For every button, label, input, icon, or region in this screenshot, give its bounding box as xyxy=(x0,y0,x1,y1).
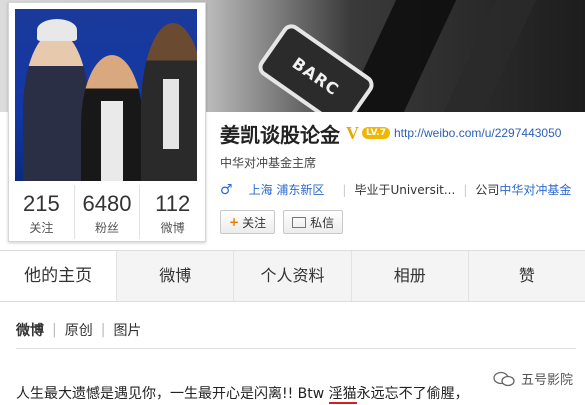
stat-value: 215 xyxy=(22,191,60,216)
message-button[interactable]: 私信 xyxy=(283,210,344,234)
post-highlight: 淫猫 xyxy=(328,386,357,404)
feed-filter: 微博 | 原创 | 图片 xyxy=(16,320,149,340)
profile-stats: 215 关注 6480 粉丝 112 微博 xyxy=(9,185,205,239)
filter-images[interactable]: 图片 xyxy=(113,320,141,340)
post-text: 人生最大遗憾是遇见你，一生最开心是闪离!! Btw 淫猫永远忘不了偷腥， xyxy=(16,383,469,404)
profile-tabs: 他的主页 微博 个人资料 相册 赞 xyxy=(0,250,585,302)
stat-value: 112 xyxy=(155,191,191,216)
level-badge[interactable]: LV.7 xyxy=(362,127,390,139)
meta-divider: | xyxy=(463,182,468,197)
message-button-label: 私信 xyxy=(310,215,335,230)
filter-original[interactable]: 原创 xyxy=(65,320,93,340)
avatar-figure xyxy=(23,31,89,181)
tab-profile[interactable]: 个人资料 xyxy=(234,251,352,301)
education-text[interactable]: 毕业于Universit... xyxy=(354,181,455,198)
location-link[interactable]: 上海 浦东新区 xyxy=(249,181,325,198)
follow-button-label: 关注 xyxy=(242,215,267,230)
follow-button[interactable]: + 关注 xyxy=(220,210,276,234)
avatar-hair xyxy=(37,19,77,41)
post-text-part: 永远忘不了偷腥， xyxy=(356,386,469,402)
avatar[interactable] xyxy=(15,9,197,181)
stat-label: 粉丝 xyxy=(95,221,120,235)
meta-divider: | xyxy=(342,182,347,197)
watermark: 五号影院 xyxy=(493,369,573,388)
watermark-label: 五号影院 xyxy=(520,373,573,388)
post-text-part: 人生最大遗憾是遇见你，一生最开心是闪离!! Btw xyxy=(16,386,329,402)
stat-label: 关注 xyxy=(29,221,54,235)
profile-name: 姜凯谈股论金 xyxy=(220,122,340,147)
stat-value: 6480 xyxy=(82,191,132,216)
envelope-icon xyxy=(292,216,307,228)
company-link[interactable]: 中华对冲基金 xyxy=(499,181,571,198)
stat-posts[interactable]: 112 微博 xyxy=(140,185,205,239)
filter-divider: | xyxy=(100,322,106,338)
male-gender-icon: ♂ xyxy=(220,181,233,198)
company-prefix: 公司 xyxy=(475,183,500,197)
filter-weibo[interactable]: 微博 xyxy=(16,320,44,340)
avatar-shirt xyxy=(101,101,123,181)
tab-likes[interactable]: 赞 xyxy=(469,251,585,301)
stat-following[interactable]: 215 关注 xyxy=(9,185,75,239)
plus-icon: + xyxy=(229,215,240,229)
profile-url-link[interactable]: http://weibo.com/u/2297443050 xyxy=(394,126,561,140)
profile-card: 215 关注 6480 粉丝 112 微博 xyxy=(8,2,206,242)
wechat-icon xyxy=(493,371,515,386)
tab-album[interactable]: 相册 xyxy=(352,251,469,301)
stat-label: 微博 xyxy=(160,221,185,235)
section-divider xyxy=(16,348,576,349)
avatar-shirt xyxy=(163,79,179,149)
tab-weibo[interactable]: 微博 xyxy=(117,251,235,301)
profile-meta: ♂ 上海 浦东新区 | 毕业于Universit... | 公司 中华对冲基金 xyxy=(220,181,585,198)
profile-description: 中华对冲基金主席 xyxy=(220,156,317,170)
stat-followers[interactable]: 6480 粉丝 xyxy=(75,185,141,239)
banner-tag: BARC xyxy=(254,20,378,112)
verified-v-icon[interactable]: V xyxy=(346,123,359,144)
tab-home[interactable]: 他的主页 xyxy=(0,251,118,301)
filter-divider: | xyxy=(52,322,57,338)
banner-shape xyxy=(443,0,537,112)
profile-info: 姜凯谈股论金 V LV.7 http://weibo.com/u/2297443… xyxy=(220,120,585,234)
